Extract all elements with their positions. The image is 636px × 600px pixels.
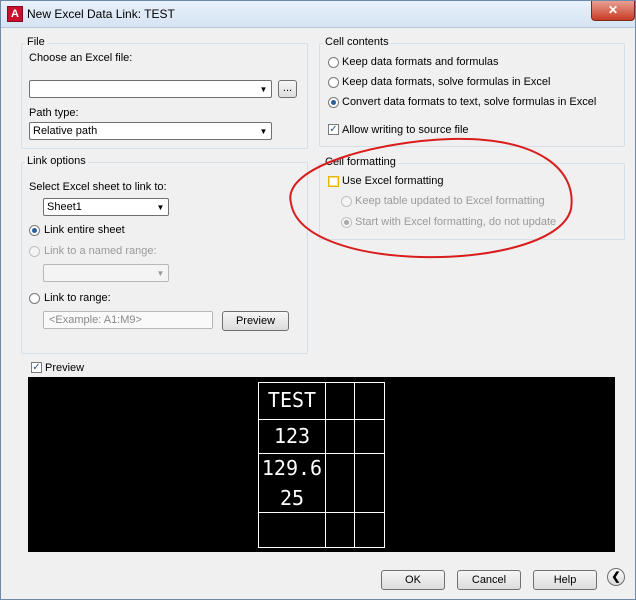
choose-file-label: Choose an Excel file:: [29, 52, 133, 64]
keep-formats-solve-label: Keep data formats, solve formulas in Exc…: [342, 76, 551, 88]
chevron-left-icon[interactable]: ❮: [607, 568, 625, 586]
window-title: New Excel Data Link: TEST: [27, 7, 175, 21]
select-sheet-label: Select Excel sheet to link to:: [29, 181, 167, 193]
convert-to-text-radio[interactable]: [328, 97, 339, 108]
keep-formats-formulas-label: Keep data formats and formulas: [342, 56, 499, 68]
link-to-range-label: Link to range:: [44, 292, 111, 304]
link-entire-sheet-label: Link entire sheet: [44, 224, 125, 236]
link-entire-sheet-radio[interactable]: [29, 225, 40, 236]
chevron-down-icon: ▼: [259, 127, 268, 136]
preview-cell: 129.6: [261, 456, 323, 480]
preview-checkbox[interactable]: ✓: [31, 362, 42, 373]
excel-data-link-dialog: A New Excel Data Link: TEST ✕ File Choos…: [0, 0, 636, 600]
link-named-range-radio[interactable]: [29, 246, 40, 257]
ok-button[interactable]: OK: [381, 570, 445, 590]
link-options-title: Link options: [25, 155, 88, 167]
path-type-value: Relative path: [33, 125, 98, 137]
path-type-dropdown[interactable]: Relative path ▼: [29, 122, 272, 140]
keep-formats-formulas-radio[interactable]: [328, 57, 339, 68]
range-input[interactable]: <Example: A1:M9>: [43, 311, 213, 329]
preview-cell: 123: [273, 424, 311, 448]
path-type-label: Path type:: [29, 107, 79, 119]
convert-to-text-label: Convert data formats to text, solve form…: [342, 96, 597, 108]
preview-area: TEST 123 129.6 25: [28, 377, 615, 552]
range-placeholder: <Example: A1:M9>: [49, 314, 142, 326]
autocad-icon: A: [7, 6, 23, 22]
chevron-down-icon: ▼: [156, 203, 165, 212]
cancel-button[interactable]: Cancel: [457, 570, 521, 590]
named-range-dropdown[interactable]: ▼: [43, 264, 169, 282]
sheet-value: Sheet1: [47, 201, 82, 213]
preview-cell-title: TEST: [267, 388, 317, 412]
cell-contents-title: Cell contents: [323, 36, 391, 48]
close-button[interactable]: ✕: [591, 1, 635, 21]
preview-label: Preview: [45, 362, 85, 374]
link-to-range-radio[interactable]: [29, 293, 40, 304]
file-group-title: File: [25, 36, 47, 48]
chevron-down-icon: ▼: [259, 85, 268, 94]
keep-formats-solve-radio[interactable]: [328, 77, 339, 88]
preview-cell: 25: [279, 486, 305, 510]
annotation-ellipse: [289, 137, 573, 259]
browse-button[interactable]: ...: [278, 80, 297, 98]
chevron-down-icon: ▼: [156, 269, 165, 278]
preview-button[interactable]: Preview: [222, 311, 289, 331]
sheet-dropdown[interactable]: Sheet1 ▼: [43, 198, 169, 216]
help-button[interactable]: Help: [533, 570, 597, 590]
title-bar: A New Excel Data Link: TEST ✕: [1, 1, 635, 28]
excel-file-dropdown[interactable]: ▼: [29, 80, 272, 98]
link-named-range-label: Link to a named range:: [44, 245, 157, 257]
